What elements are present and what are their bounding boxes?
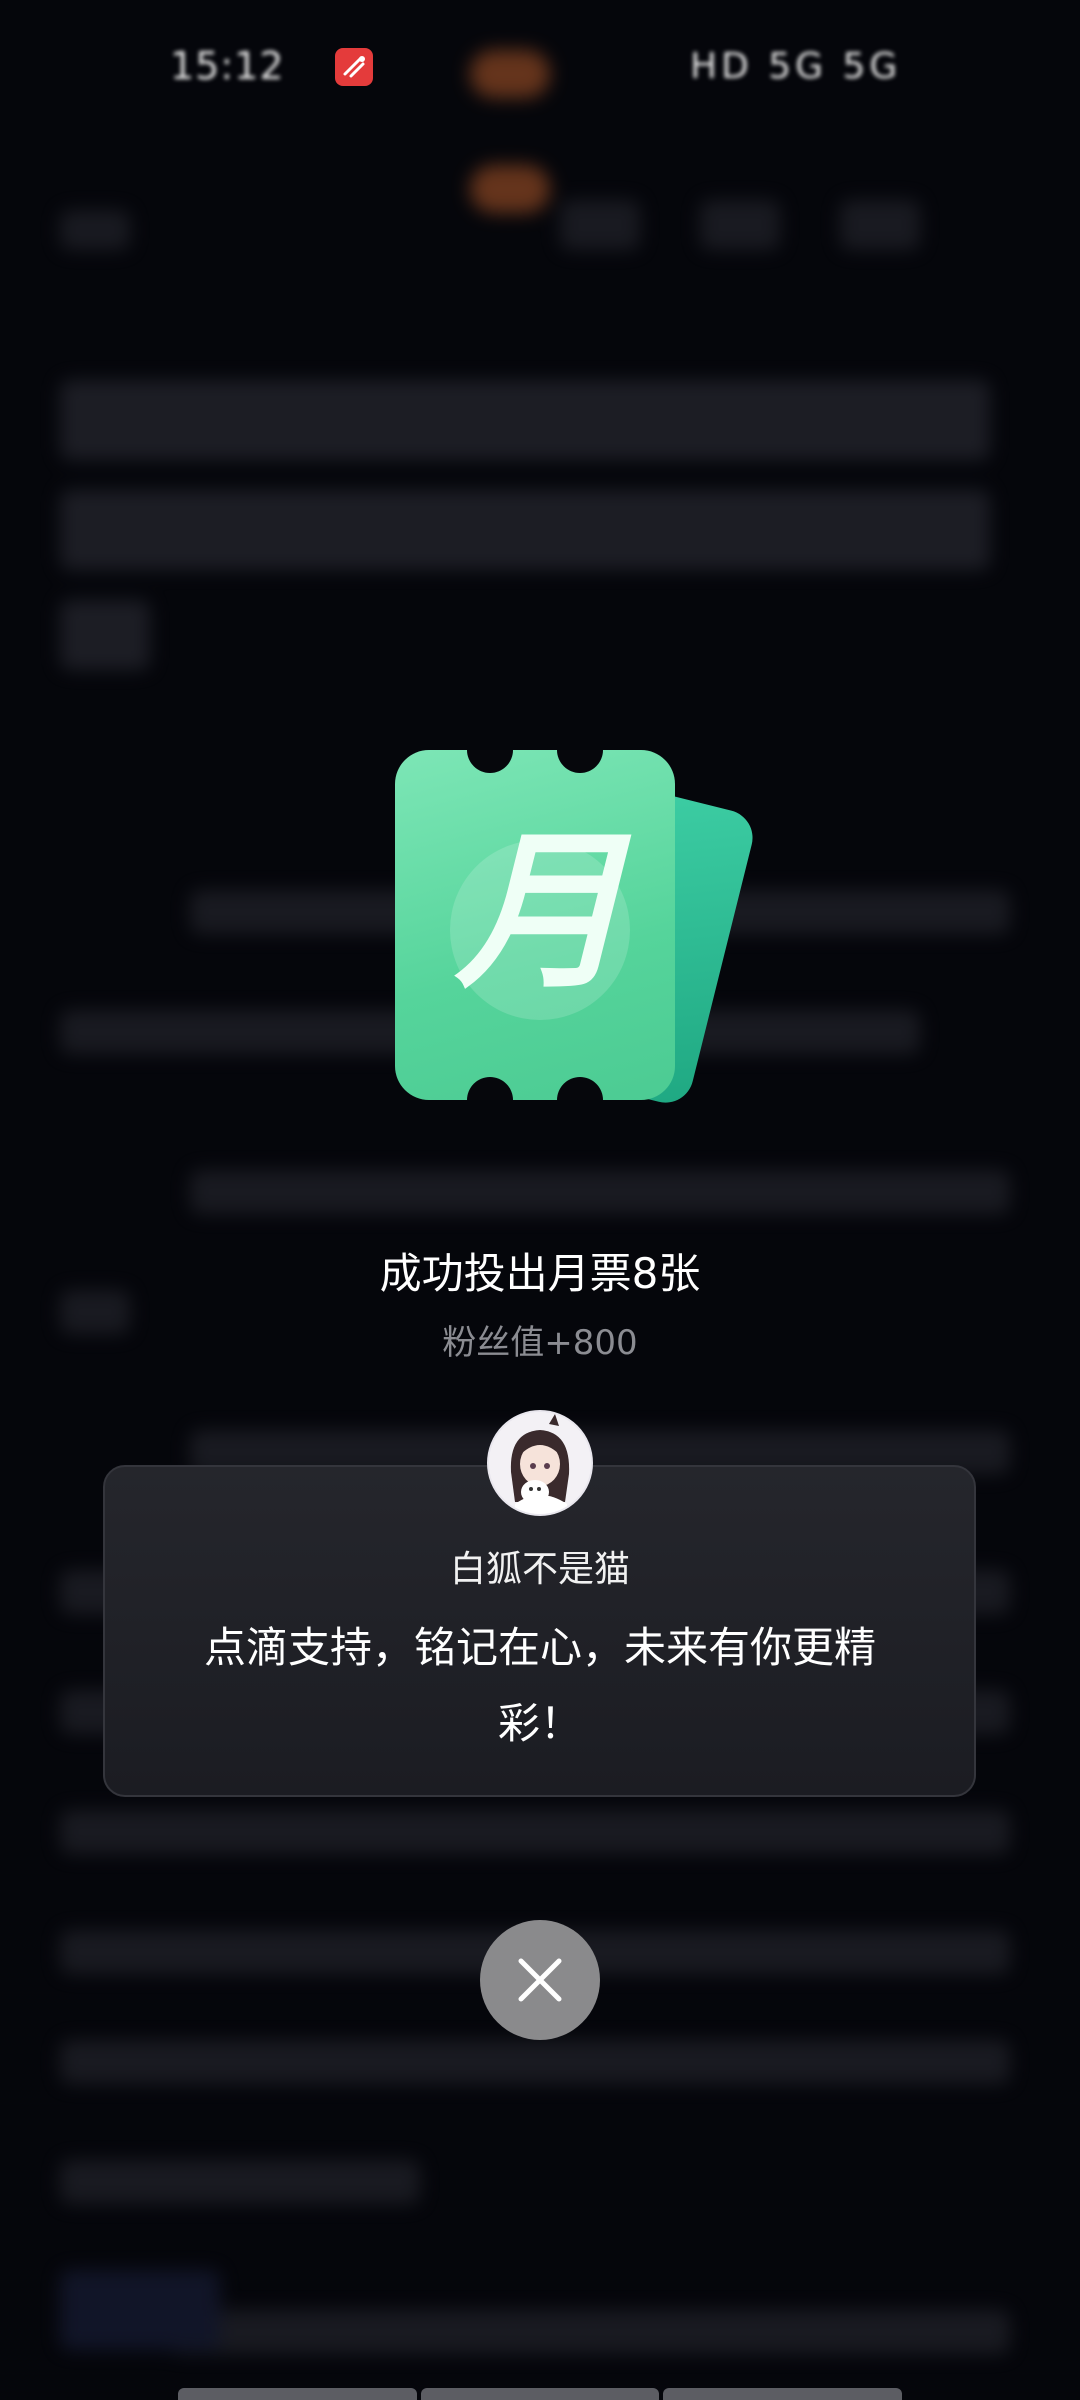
nav-segment (420, 2388, 660, 2400)
fan-value-text: 粉丝值+800 (442, 1323, 638, 1363)
author-avatar (487, 1410, 593, 1516)
monthly-ticket-icon: 月 (385, 740, 759, 1110)
status-bar: 15:12 HD 5G 5G (0, 0, 1080, 130)
ticket-notch (467, 1077, 513, 1100)
author-message: 点滴支持，铭记在心，未来有你更精彩！ (203, 1623, 876, 1748)
background-page (0, 0, 1080, 2400)
app-logo-icon (335, 48, 373, 86)
nav-segment (663, 2388, 903, 2400)
bg-text (560, 200, 640, 250)
bg-heading (60, 380, 990, 460)
bg-heading (60, 600, 150, 670)
bg-line (60, 2270, 220, 2350)
bg-text (840, 200, 920, 250)
author-name: 白狐不是猫 (449, 1549, 630, 1590)
bg-line (60, 2040, 1010, 2084)
bg-line (170, 2310, 1010, 2354)
bg-heading (60, 490, 990, 570)
bg-text (700, 200, 780, 250)
bg-line (60, 1810, 1010, 1854)
bg-line (190, 1170, 1010, 1214)
bg-badge (470, 165, 550, 213)
ticket-glyph: 月 (454, 814, 625, 1012)
status-time: 15:12 (170, 44, 285, 88)
status-indicators: HD 5G 5G (690, 46, 902, 87)
close-button[interactable] (480, 1920, 600, 2040)
bg-line (60, 2160, 420, 2204)
nav-segment (178, 2388, 417, 2400)
ticket-notch (467, 750, 513, 773)
bg-text (60, 210, 130, 250)
success-title: 成功投出月票8张 (379, 1249, 701, 1298)
ticket-front-card: 月 (395, 750, 675, 1100)
ticket-notch (557, 1077, 603, 1100)
close-icon (515, 1955, 565, 2005)
gesture-navigation-bar[interactable] (178, 2388, 903, 2400)
ticket-notch (557, 750, 603, 773)
